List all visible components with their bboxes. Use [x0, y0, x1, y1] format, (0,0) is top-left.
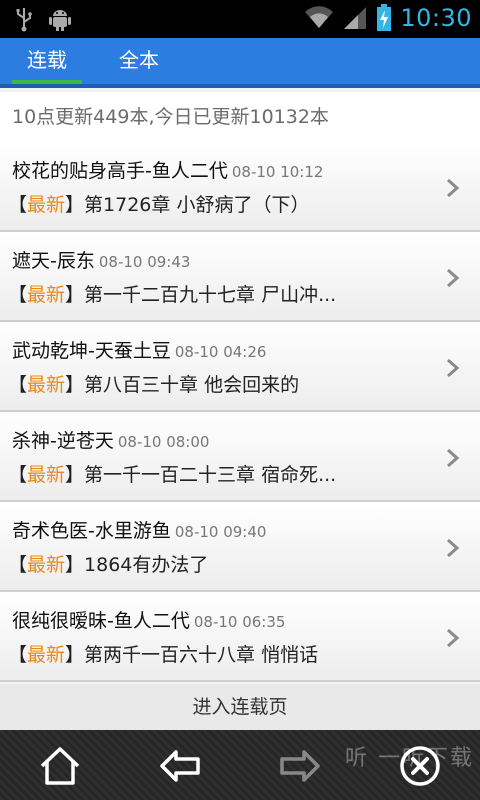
chevron-right-icon [447, 178, 460, 198]
latest-chapter-line: 【最新】第两千一百六十八章 悄悄话 [8, 640, 318, 667]
chevron-right-icon [447, 358, 460, 378]
book-list-item[interactable]: 校花的贴身高手-鱼人二代 08-10 10:12 【最新】第1726章 小舒病了（下… [0, 142, 480, 232]
book-title: 杀神-逆苍天 [12, 430, 114, 452]
book-list-item[interactable]: 杀神-逆苍天 08-10 08:00 【最新】第一千一百二十三章 宿命死... [0, 412, 480, 502]
latest-chapter-title: 第八百三十章 他会回来的 [84, 374, 300, 396]
book-title-line: 遮天-辰东 08-10 09:43 [12, 246, 190, 273]
clock: 10:30 [400, 4, 472, 32]
latest-chapter-title: 第一千二百九十七章 尸山冲... [84, 284, 337, 306]
wifi-icon [305, 6, 334, 28]
bracket-close: 】 [65, 194, 85, 216]
tab-completed[interactable]: 全本 [104, 38, 174, 84]
book-title-line: 武动乾坤-天蚕土豆 08-10 04:26 [12, 336, 266, 363]
book-list-item[interactable]: 很纯很暧昧-鱼人二代 08-10 06:35 【最新】第两千一百六十八章 悄悄话 [0, 592, 480, 682]
back-arrow-icon [160, 750, 200, 782]
status-bar: 10:30 [0, 0, 480, 38]
battery-charging-icon [377, 4, 392, 31]
bracket-open: 【 [8, 644, 28, 666]
update-time: 08-10 04:26 [174, 343, 267, 361]
book-title-line: 很纯很暧昧-鱼人二代 08-10 06:35 [12, 606, 285, 633]
book-title-line: 杀神-逆苍天 08-10 08:00 [12, 426, 209, 453]
book-title-line: 校花的贴身高手-鱼人二代 08-10 10:12 [12, 156, 323, 183]
bracket-close: 】 [65, 284, 85, 306]
update-time: 08-10 09:43 [98, 253, 191, 271]
chevron-right-icon [447, 268, 460, 288]
forward-button[interactable] [276, 742, 324, 790]
signal-icon [344, 7, 367, 29]
chevron-right-icon [447, 628, 460, 648]
latest-chapter-line: 【最新】第1726章 小舒病了（下） [8, 190, 309, 217]
bracket-open: 【 [8, 554, 28, 576]
latest-chapter-title: 第两千一百六十八章 悄悄话 [84, 644, 319, 666]
latest-chapter-title: 第一千一百二十三章 宿命死... [84, 464, 337, 486]
book-title: 很纯很暧昧-鱼人二代 [12, 610, 190, 632]
book-title: 校花的贴身高手-鱼人二代 [12, 160, 228, 182]
bracket-open: 【 [8, 464, 28, 486]
android-debug-icon [49, 10, 71, 31]
latest-chapter-line: 【最新】1864有办法了 [8, 550, 208, 577]
update-time: 08-10 08:00 [117, 433, 210, 451]
latest-label: 最新 [27, 284, 66, 306]
chevron-right-icon [447, 538, 460, 558]
bracket-open: 【 [8, 374, 28, 396]
back-button[interactable] [156, 742, 204, 790]
book-title-line: 奇术色医-水里游鱼 08-10 09:40 [12, 516, 266, 543]
latest-label: 最新 [27, 464, 66, 486]
update-time: 08-10 10:12 [231, 163, 324, 181]
latest-label: 最新 [27, 194, 66, 216]
bracket-close: 】 [65, 464, 85, 486]
bracket-open: 【 [8, 284, 28, 306]
chevron-right-icon [447, 448, 460, 468]
bracket-open: 【 [8, 194, 28, 216]
bottom-nav-bar: 听 一听下载 [0, 730, 480, 800]
watermark: 听 一听下载 [345, 746, 474, 771]
update-summary: 10点更新449本,今日已更新10132本 [0, 92, 480, 142]
latest-label: 最新 [27, 644, 66, 666]
latest-chapter-title: 第1726章 小舒病了（下） [84, 194, 310, 216]
book-list-item[interactable]: 武动乾坤-天蚕土豆 08-10 04:26 【最新】第八百三十章 他会回来的 [0, 322, 480, 412]
home-button[interactable] [36, 742, 84, 790]
forward-arrow-icon [280, 750, 320, 782]
book-list-item[interactable]: 奇术色医-水里游鱼 08-10 09:40 【最新】1864有办法了 [0, 502, 480, 592]
home-icon [40, 747, 80, 785]
latest-label: 最新 [27, 554, 66, 576]
latest-chapter-line: 【最新】第一千二百九十七章 尸山冲... [8, 280, 336, 307]
tab-serialized[interactable]: 连载 [12, 38, 82, 84]
bracket-close: 】 [65, 554, 85, 576]
latest-label: 最新 [27, 374, 66, 396]
bracket-close: 】 [65, 374, 85, 396]
book-title: 奇术色医-水里游鱼 [12, 520, 171, 542]
book-list-item[interactable]: 遮天-辰东 08-10 09:43 【最新】第一千二百九十七章 尸山冲... [0, 232, 480, 322]
latest-chapter-line: 【最新】第一千一百二十三章 宿命死... [8, 460, 336, 487]
latest-chapter-title: 1864有办法了 [84, 554, 209, 576]
enter-serialized-page-button[interactable]: 进入连载页 [0, 684, 480, 730]
book-title: 武动乾坤-天蚕土豆 [12, 340, 171, 362]
update-time: 08-10 09:40 [174, 523, 267, 541]
usb-icon [16, 8, 32, 32]
update-time: 08-10 06:35 [193, 613, 286, 631]
bracket-close: 】 [65, 644, 85, 666]
book-list: 校花的贴身高手-鱼人二代 08-10 10:12 【最新】第1726章 小舒病了（下… [0, 142, 480, 682]
tab-bar: 连载 全本 [0, 38, 480, 88]
book-title: 遮天-辰东 [12, 250, 95, 272]
latest-chapter-line: 【最新】第八百三十章 他会回来的 [8, 370, 299, 397]
